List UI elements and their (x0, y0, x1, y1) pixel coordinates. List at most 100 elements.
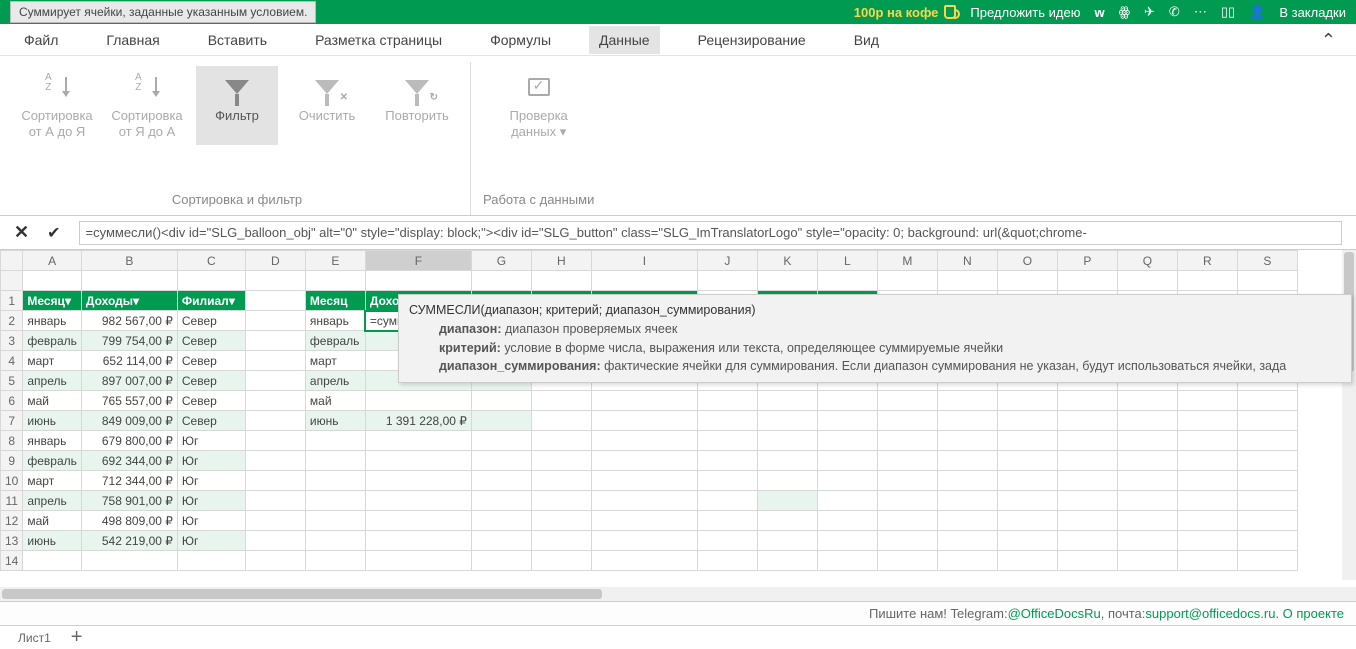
cell[interactable] (531, 411, 591, 431)
cell[interactable] (245, 291, 305, 311)
cell[interactable] (1177, 391, 1237, 411)
cell[interactable] (817, 451, 877, 471)
cell[interactable]: Север (177, 331, 245, 351)
cell[interactable] (697, 411, 757, 431)
cell[interactable] (591, 271, 697, 291)
cell[interactable] (937, 491, 997, 511)
cell[interactable] (1057, 271, 1117, 291)
cell[interactable] (1057, 451, 1117, 471)
bookmark-link[interactable]: В закладки (1279, 5, 1346, 20)
donate-link[interactable]: 100р на кофе (854, 5, 957, 20)
cell[interactable] (1177, 431, 1237, 451)
cell[interactable] (177, 551, 245, 571)
row-header[interactable]: 10 (1, 471, 23, 491)
tab-review[interactable]: Рецензирование (688, 26, 816, 54)
cell[interactable] (177, 271, 245, 291)
cell[interactable] (591, 431, 697, 451)
cell[interactable]: 765 557,00 ₽ (81, 391, 177, 411)
cell[interactable] (245, 471, 305, 491)
col-header-H[interactable]: H (531, 251, 591, 271)
tab-insert[interactable]: Вставить (198, 26, 277, 54)
cell[interactable] (877, 391, 937, 411)
cell[interactable] (81, 551, 177, 571)
cell[interactable] (877, 511, 937, 531)
cell[interactable] (1117, 491, 1177, 511)
cell[interactable] (1177, 491, 1237, 511)
cell[interactable] (697, 471, 757, 491)
cell[interactable] (305, 471, 365, 491)
cell[interactable] (997, 391, 1057, 411)
col-header-E[interactable]: E (305, 251, 365, 271)
cell[interactable] (365, 431, 471, 451)
cell[interactable] (23, 271, 82, 291)
cell[interactable] (531, 451, 591, 471)
cell[interactable] (1057, 431, 1117, 451)
cell[interactable] (471, 511, 531, 531)
tab-data[interactable]: Данные (589, 26, 660, 54)
suggest-idea-link[interactable]: Предложить идею (970, 5, 1080, 20)
cell[interactable]: Юг (177, 491, 245, 511)
cell[interactable]: Север (177, 311, 245, 331)
cell[interactable]: апрель (23, 371, 82, 391)
cell[interactable]: июнь (23, 411, 82, 431)
cell[interactable] (817, 491, 877, 511)
col-header-G[interactable]: G (471, 251, 531, 271)
cell[interactable] (531, 551, 591, 571)
cell[interactable] (1237, 531, 1297, 551)
cell[interactable] (757, 431, 817, 451)
cell[interactable]: 692 344,00 ₽ (81, 451, 177, 471)
cell[interactable] (757, 471, 817, 491)
cell[interactable] (591, 451, 697, 471)
col-header-M[interactable]: M (877, 251, 937, 271)
sheet-tab-1[interactable]: Лист1 (8, 629, 61, 647)
cell[interactable] (471, 271, 531, 291)
cancel-formula-button[interactable]: ✕ (14, 222, 29, 243)
cell[interactable] (937, 511, 997, 531)
cell[interactable] (81, 271, 177, 291)
cell[interactable] (697, 511, 757, 531)
cell[interactable]: 542 219,00 ₽ (81, 531, 177, 551)
cell[interactable] (245, 431, 305, 451)
col-header-I[interactable]: I (591, 251, 697, 271)
cell[interactable] (877, 531, 937, 551)
cell[interactable]: февраль (305, 331, 365, 351)
cell[interactable] (245, 271, 305, 291)
col-header-J[interactable]: J (697, 251, 757, 271)
cell[interactable]: 712 344,00 ₽ (81, 471, 177, 491)
cell[interactable] (245, 331, 305, 351)
cell[interactable] (531, 511, 591, 531)
cell[interactable] (817, 471, 877, 491)
horizontal-scrollbar[interactable] (0, 587, 1356, 601)
cell[interactable] (245, 311, 305, 331)
col-header-F[interactable]: F (365, 251, 471, 271)
cell[interactable] (817, 391, 877, 411)
row-header[interactable]: 4 (1, 351, 23, 371)
cell[interactable] (937, 451, 997, 471)
cell[interactable] (531, 271, 591, 291)
cell[interactable]: март (305, 351, 365, 371)
cell[interactable] (937, 531, 997, 551)
cell[interactable] (245, 371, 305, 391)
cell[interactable]: январь (305, 311, 365, 331)
cell[interactable] (697, 451, 757, 471)
cell[interactable]: Юг (177, 511, 245, 531)
sort-asc-button[interactable]: Сортировка от А до Я (16, 66, 98, 145)
cell[interactable] (937, 471, 997, 491)
cell[interactable]: май (305, 391, 365, 411)
table-header[interactable]: Месяц▾ (23, 291, 82, 311)
row-header[interactable]: 3 (1, 331, 23, 351)
cell[interactable] (531, 391, 591, 411)
whatsapp-icon[interactable]: ✆ (1169, 4, 1180, 20)
cell[interactable] (1177, 271, 1237, 291)
row-header[interactable]: 12 (1, 511, 23, 531)
cell[interactable] (1237, 271, 1297, 291)
table-header[interactable]: Доходы▾ (81, 291, 177, 311)
cell[interactable] (817, 511, 877, 531)
cell[interactable] (365, 451, 471, 471)
cell[interactable]: январь (23, 431, 82, 451)
cell[interactable] (697, 391, 757, 411)
collapse-ribbon-icon[interactable]: ⌃ (1321, 30, 1336, 51)
cell[interactable] (1117, 511, 1177, 531)
cell[interactable] (1057, 471, 1117, 491)
telegram-link[interactable]: @OfficeDocsRu (1008, 606, 1101, 621)
